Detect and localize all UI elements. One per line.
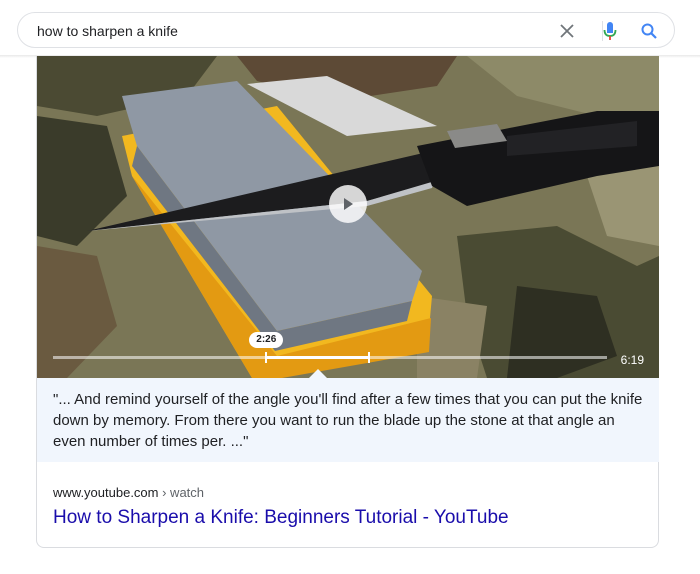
- result-title-link[interactable]: How to Sharpen a Knife: Beginners Tutori…: [53, 506, 509, 530]
- key-moment-start-marker[interactable]: [265, 352, 268, 363]
- key-moment-end-marker[interactable]: [367, 352, 370, 363]
- voice-search-button[interactable]: [597, 18, 623, 44]
- video-player[interactable]: 2:26 6:19: [37, 56, 659, 378]
- result-url[interactable]: www.youtube.com › watch: [53, 485, 204, 501]
- snippet-quote: "... And remind yourself of the angle yo…: [53, 391, 643, 450]
- microphone-icon: [603, 22, 617, 40]
- search-icon: [641, 23, 657, 39]
- search-bar: how to sharpen a knife: [17, 12, 675, 48]
- video-result-card: 2:26 6:19 "... And remind yourself of th…: [36, 56, 659, 548]
- search-input[interactable]: how to sharpen a knife: [37, 21, 537, 41]
- transcript-snippet: "... And remind yourself of the angle yo…: [37, 378, 659, 462]
- play-button[interactable]: [329, 185, 367, 223]
- result-site: www.youtube.com: [53, 485, 159, 500]
- video-duration: 6:19: [620, 353, 644, 367]
- clear-button[interactable]: [554, 18, 580, 44]
- search-button[interactable]: [636, 18, 662, 44]
- progress-fill: [266, 356, 369, 359]
- current-time-label: 2:26: [249, 332, 284, 348]
- result-path: › watch: [158, 485, 205, 500]
- snippet-pointer: [309, 369, 327, 378]
- video-progress-bar[interactable]: [53, 352, 607, 363]
- close-icon: [560, 24, 574, 38]
- play-icon: [344, 198, 353, 210]
